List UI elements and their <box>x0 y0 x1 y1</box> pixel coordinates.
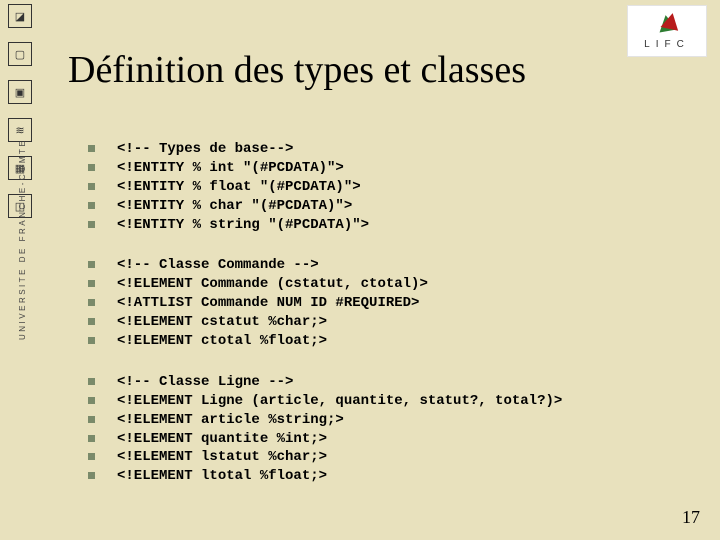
code-group: <!-- Types de base--> <!ENTITY % int "(#… <box>88 140 648 234</box>
code-line: <!ELEMENT lstatut %char;> <box>88 448 648 467</box>
code-line: <!ELEMENT quantite %int;> <box>88 430 648 449</box>
sidebar: ◪ ▢ ▣ ≋ ▦ ◫ UNIVERSITE DE FRANCHE-COMTE <box>0 0 48 540</box>
sidebar-icon: ▣ <box>8 80 32 104</box>
bullet-icon <box>88 299 95 306</box>
slide: ◪ ▢ ▣ ≋ ▦ ◫ UNIVERSITE DE FRANCHE-COMTE … <box>0 0 720 540</box>
sidebar-icon: ◪ <box>8 4 32 28</box>
bullet-icon <box>88 280 95 287</box>
slide-title: Définition des types et classes <box>68 48 526 92</box>
code-line: <!-- Types de base--> <box>88 140 648 159</box>
logo-mark <box>656 13 678 35</box>
bullet-icon <box>88 202 95 209</box>
sidebar-icon: ▢ <box>8 42 32 66</box>
code-line: <!ENTITY % int "(#PCDATA)"> <box>88 159 648 178</box>
code-line: <!ENTITY % string "(#PCDATA)"> <box>88 216 648 235</box>
code-line: <!-- Classe Ligne --> <box>88 373 648 392</box>
bullet-icon <box>88 261 95 268</box>
slide-content: <!-- Types de base--> <!ENTITY % int "(#… <box>88 140 648 508</box>
bullet-icon <box>88 318 95 325</box>
code-group: <!-- Classe Ligne --> <!ELEMENT Ligne (a… <box>88 373 648 486</box>
bullet-icon <box>88 183 95 190</box>
bullet-icon <box>88 164 95 171</box>
bullet-icon <box>88 435 95 442</box>
code-group: <!-- Classe Commande --> <!ELEMENT Comma… <box>88 256 648 350</box>
bullet-icon <box>88 472 95 479</box>
code-line: <!ELEMENT article %string;> <box>88 411 648 430</box>
bullet-icon <box>88 416 95 423</box>
code-line: <!ELEMENT ltotal %float;> <box>88 467 648 486</box>
code-line: <!ELEMENT ctotal %float;> <box>88 332 648 351</box>
bullet-icon <box>88 397 95 404</box>
code-line: <!ELEMENT cstatut %char;> <box>88 313 648 332</box>
code-line: <!ELEMENT Ligne (article, quantite, stat… <box>88 392 648 411</box>
bullet-icon <box>88 378 95 385</box>
bullet-icon <box>88 337 95 344</box>
code-line: <!ENTITY % float "(#PCDATA)"> <box>88 178 648 197</box>
code-line: <!ELEMENT Commande (cstatut, ctotal)> <box>88 275 648 294</box>
sidebar-university-label: UNIVERSITE DE FRANCHE-COMTE <box>18 139 27 340</box>
bullet-icon <box>88 145 95 152</box>
bullet-icon <box>88 453 95 460</box>
logo-text: LIFC <box>644 39 690 50</box>
logo-lifc: LIFC <box>628 6 706 56</box>
code-line: <!ATTLIST Commande NUM ID #REQUIRED> <box>88 294 648 313</box>
bullet-icon <box>88 221 95 228</box>
page-number: 17 <box>682 507 700 528</box>
code-line: <!ENTITY % char "(#PCDATA)"> <box>88 197 648 216</box>
code-line: <!-- Classe Commande --> <box>88 256 648 275</box>
